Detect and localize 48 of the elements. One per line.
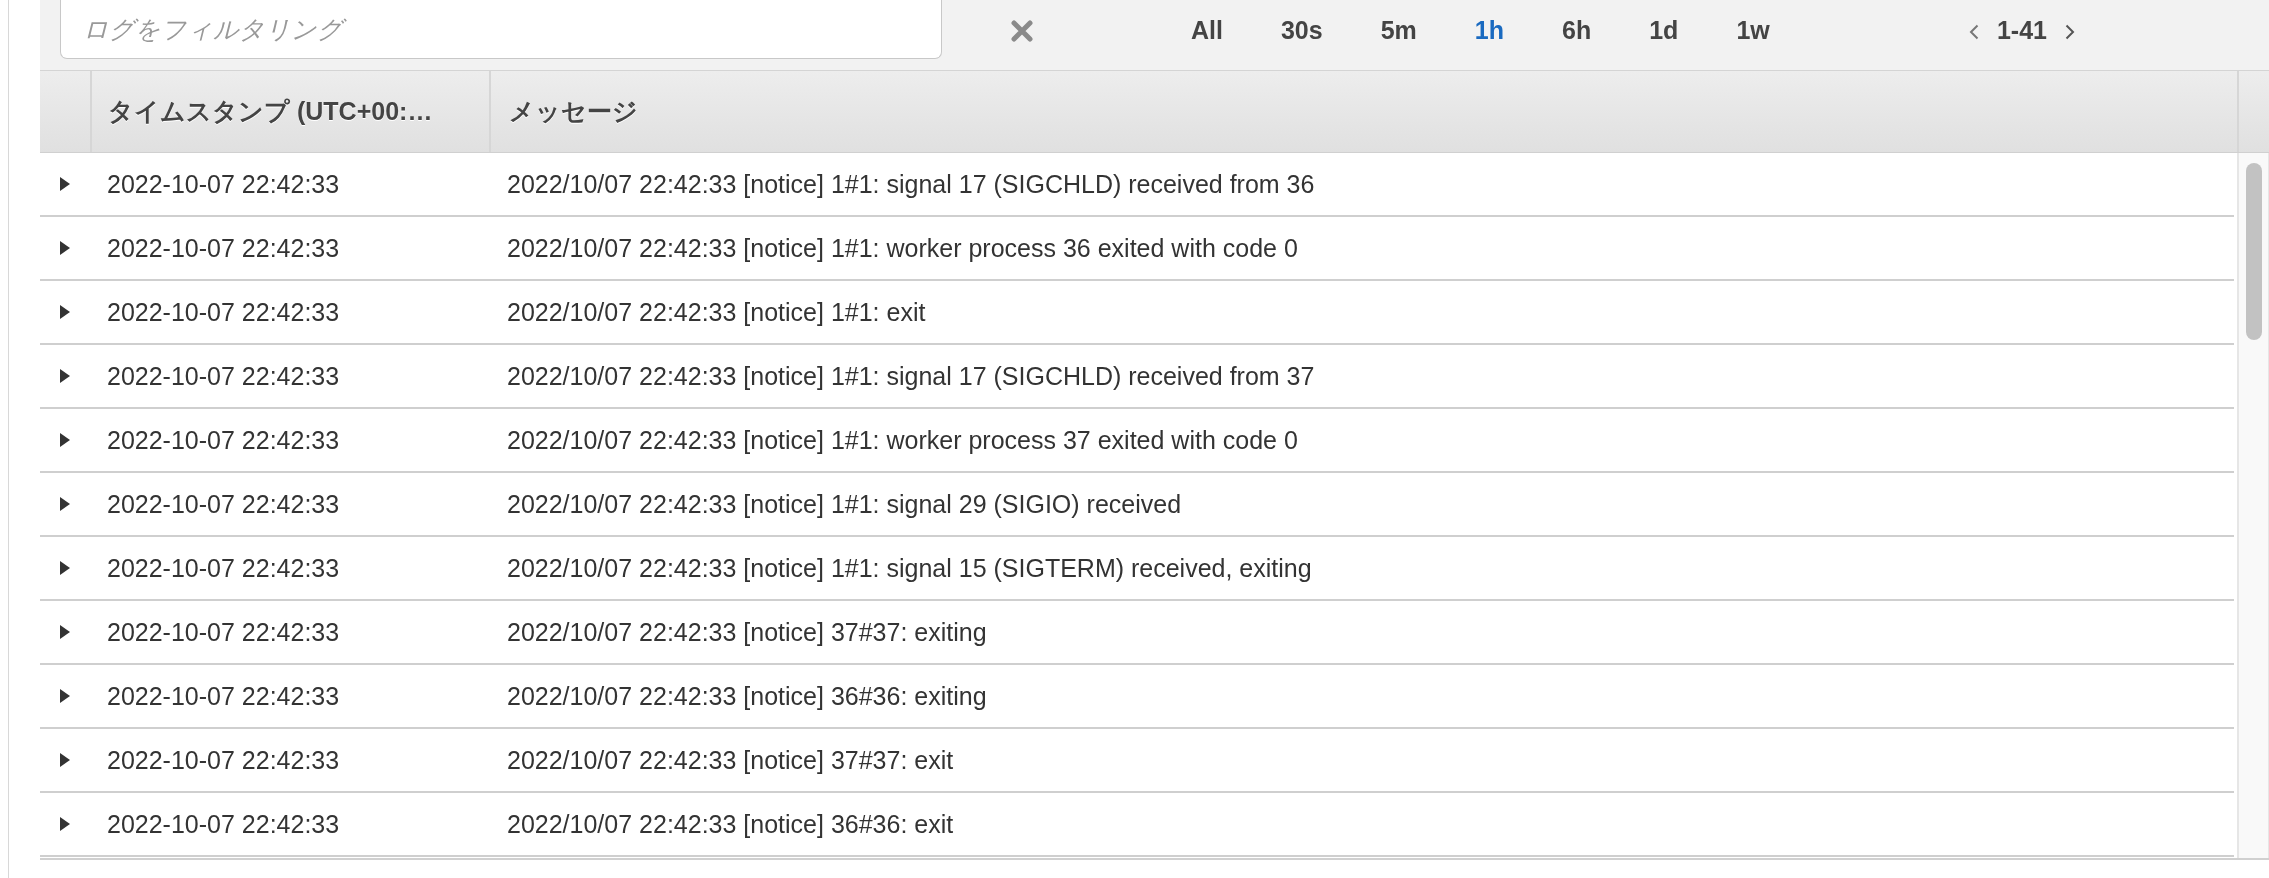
timestamp-cell: 2022-10-07 22:42:33 — [107, 425, 340, 454]
timestamp-cell: 2022-10-07 22:42:33 — [107, 553, 340, 582]
caret-right-icon[interactable] — [60, 817, 70, 831]
timestamp-cell: 2022-10-07 22:42:33 — [107, 233, 340, 262]
time-range-button[interactable]: 1h — [1466, 15, 1512, 45]
timestamp-cell: 2022-10-07 22:42:33 — [107, 745, 340, 774]
caret-right-icon[interactable] — [60, 689, 70, 703]
timestamp-cell: 2022-10-07 22:42:33 — [107, 297, 340, 326]
message-cell: 2022/10/07 22:42:33 [notice] 1#1: worker process 37 exited with code 0 — [507, 425, 1298, 454]
filter-input[interactable]: ログをフィルタリング — [60, 0, 942, 59]
time-range-button[interactable]: 30s — [1272, 15, 1331, 45]
caret-right-icon[interactable] — [60, 305, 70, 319]
message-cell: 2022/10/07 22:42:33 [notice] 1#1: signal 29 (SIGIO) received — [507, 489, 1182, 518]
chevron-right-icon[interactable] — [2065, 24, 2075, 40]
time-range-button[interactable]: All — [1183, 15, 1231, 45]
caret-right-icon[interactable] — [60, 497, 70, 511]
chevron-left-icon[interactable] — [1968, 24, 1979, 40]
message-cell: 2022/10/07 22:42:33 [notice] 36#36: exiting — [507, 681, 987, 710]
close-icon[interactable] — [1011, 20, 1033, 42]
timestamp-cell: 2022-10-07 22:42:33 — [107, 809, 340, 838]
caret-right-icon[interactable] — [60, 753, 70, 767]
caret-right-icon[interactable] — [60, 177, 70, 191]
timestamp-cell: 2022-10-07 22:42:33 — [107, 361, 340, 390]
caret-right-icon[interactable] — [60, 369, 70, 383]
caret-right-icon[interactable] — [60, 561, 70, 575]
timestamp-cell: 2022-10-07 22:42:33 — [107, 169, 340, 198]
scrollbar-thumb[interactable] — [2245, 163, 2262, 340]
message-cell: 2022/10/07 22:42:33 [notice] 1#1: signal 15 (SIGTERM) received, exiting — [507, 553, 1312, 582]
time-range-button[interactable]: 1d — [1641, 15, 1687, 45]
message-cell: 2022/10/07 22:42:33 [notice] 36#36: exit — [507, 809, 954, 838]
timestamp-cell: 2022-10-07 22:42:33 — [107, 681, 340, 710]
caret-right-icon[interactable] — [60, 625, 70, 639]
column-header: メッセージ — [508, 96, 639, 127]
caret-right-icon[interactable] — [60, 433, 70, 447]
time-range-button[interactable]: 6h — [1554, 15, 1600, 45]
message-cell: 2022/10/07 22:42:33 [notice] 37#37: exiting — [507, 617, 987, 646]
message-cell: 2022/10/07 22:42:33 [notice] 1#1: exit — [507, 297, 926, 326]
message-cell: 2022/10/07 22:42:33 [notice] 37#37: exit — [507, 745, 954, 774]
timestamp-cell: 2022-10-07 22:42:33 — [107, 617, 340, 646]
message-cell: 2022/10/07 22:42:33 [notice] 1#1: signal 17 (SIGCHLD) received from 36 — [507, 169, 1315, 198]
message-cell: 2022/10/07 22:42:33 [notice] 1#1: signal 17 (SIGCHLD) received from 37 — [507, 361, 1315, 390]
caret-right-icon[interactable] — [60, 241, 70, 255]
timestamp-cell: 2022-10-07 22:42:33 — [107, 489, 340, 518]
column-header: タイムスタンプ (UTC+00:… — [92, 71, 491, 152]
time-range-button[interactable]: 1w — [1728, 15, 1778, 45]
time-range-button[interactable]: 5m — [1372, 15, 1425, 45]
message-cell: 2022/10/07 22:42:33 [notice] 1#1: worker process 36 exited with code 0 — [507, 233, 1298, 262]
page-range: 1-41 — [1996, 15, 2047, 45]
